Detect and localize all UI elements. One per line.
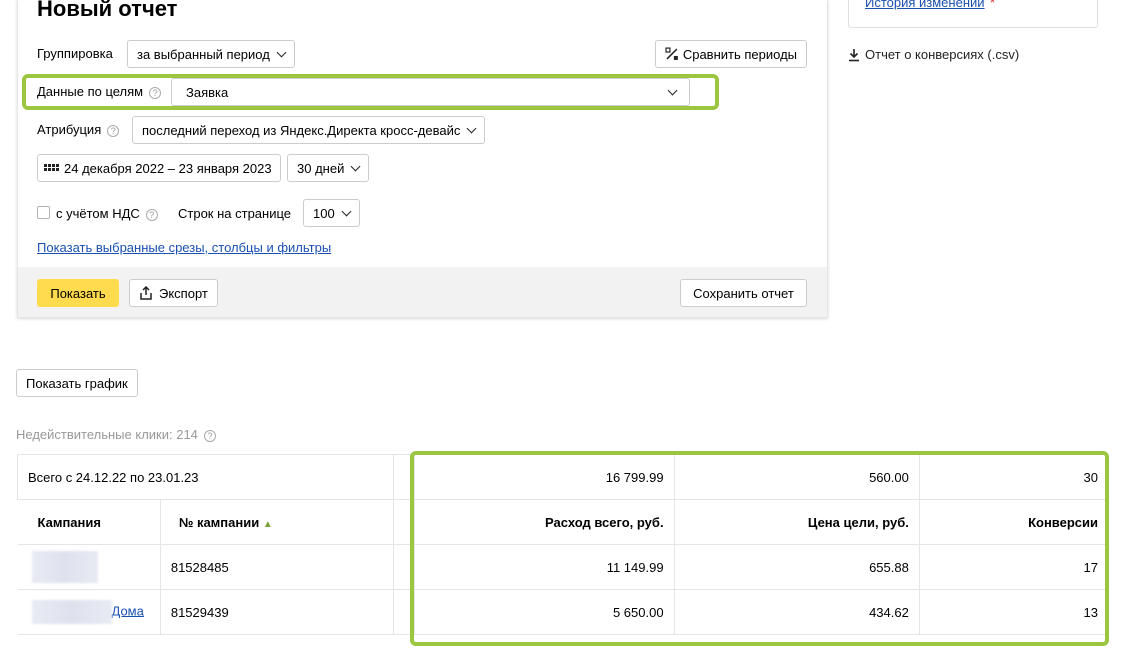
rows-per-page-value: 100: [313, 205, 335, 221]
csv-download[interactable]: Отчет о конверсиях (.csv): [848, 47, 1019, 62]
goals-value: Заявка: [186, 84, 229, 100]
compare-icon: [665, 47, 678, 60]
history-box: История изменений *: [848, 0, 1098, 28]
history-link[interactable]: История изменений: [865, 0, 985, 10]
campaign-name-cell: [17, 544, 161, 590]
vat-label: с учётом НДС?: [56, 206, 158, 221]
blurred-campaign-name: [31, 551, 98, 583]
chevron-down-icon: [350, 161, 361, 171]
date-range-picker[interactable]: 24 декабря 2022 – 23 января 2023: [37, 154, 281, 182]
attribution-value: последний переход из Яндекс.Директа крос…: [142, 122, 461, 138]
chevron-down-icon: [341, 206, 352, 216]
compare-periods-label: Сравнить периоды: [682, 46, 797, 62]
invalid-clicks: Недействительные клики: 214?: [16, 427, 216, 442]
totals-label: Всего с 24.12.22 по 23.01.23: [16, 454, 395, 500]
blurred-campaign-name: [31, 600, 112, 624]
campaign-name-cell: Дома: [17, 589, 161, 635]
help-icon[interactable]: ?: [203, 429, 216, 442]
period-value: 30 дней: [297, 160, 345, 176]
rows-per-page-select[interactable]: 100: [303, 199, 360, 227]
show-button[interactable]: Показать: [37, 279, 119, 307]
rows-per-page-label: Строк на странице: [178, 206, 292, 221]
show-chart-button[interactable]: Показать график: [16, 369, 138, 397]
goals-label-text: Данные по целям: [37, 84, 144, 99]
help-icon[interactable]: ?: [149, 86, 162, 99]
history-required-mark: *: [990, 0, 996, 10]
campaign-name-link[interactable]: Дома: [112, 603, 144, 618]
help-icon[interactable]: ?: [107, 124, 120, 137]
vat-label-text: с учётом НДС: [56, 206, 140, 221]
grouping-value: за выбранный период: [137, 46, 270, 62]
goals-label: Данные по целям?: [37, 84, 162, 99]
period-select[interactable]: 30 дней: [287, 154, 370, 182]
csv-label: Отчет о конверсиях (.csv): [865, 47, 1020, 62]
col-campaign-number[interactable]: № кампании ▲: [160, 499, 395, 545]
campaign-number: 81528485: [160, 544, 395, 590]
grouping-select[interactable]: за выбранный период: [127, 40, 295, 68]
goals-select[interactable]: Заявка: [171, 78, 690, 106]
col-campaign-number-label: № кампании: [178, 514, 260, 530]
metrics-highlight: [410, 451, 1109, 646]
compare-periods-button[interactable]: Сравнить периоды: [655, 40, 807, 68]
save-report-button[interactable]: Сохранить отчет: [680, 279, 807, 307]
chevron-down-icon: [276, 47, 287, 57]
download-icon: [849, 48, 859, 61]
date-range-value: 24 декабря 2022 – 23 января 2023: [64, 160, 272, 176]
invalid-clicks-text: Недействительные клики: 214: [16, 427, 198, 442]
grouping-label: Группировка: [37, 46, 113, 61]
sort-asc-icon: ▲: [262, 518, 273, 530]
attribution-label-text: Атрибуция: [37, 122, 102, 137]
export-button[interactable]: Экспорт: [129, 279, 218, 307]
attribution-label: Атрибуция?: [37, 122, 120, 137]
chevron-down-icon: [466, 123, 477, 133]
export-label: Экспорт: [159, 285, 208, 301]
calendar-icon: [44, 164, 59, 171]
show-slices-link[interactable]: Показать выбранные срезы, столбцы и филь…: [37, 240, 331, 255]
export-icon: [140, 286, 152, 300]
vat-checkbox[interactable]: [37, 206, 50, 219]
page-title: Новый отчет: [37, 0, 178, 21]
help-icon[interactable]: ?: [145, 208, 158, 221]
attribution-select[interactable]: последний переход из Яндекс.Директа крос…: [132, 116, 486, 144]
campaign-number: 81529439: [160, 589, 395, 635]
col-campaign[interactable]: Кампания: [17, 499, 161, 545]
chevron-down-icon: [667, 85, 678, 95]
